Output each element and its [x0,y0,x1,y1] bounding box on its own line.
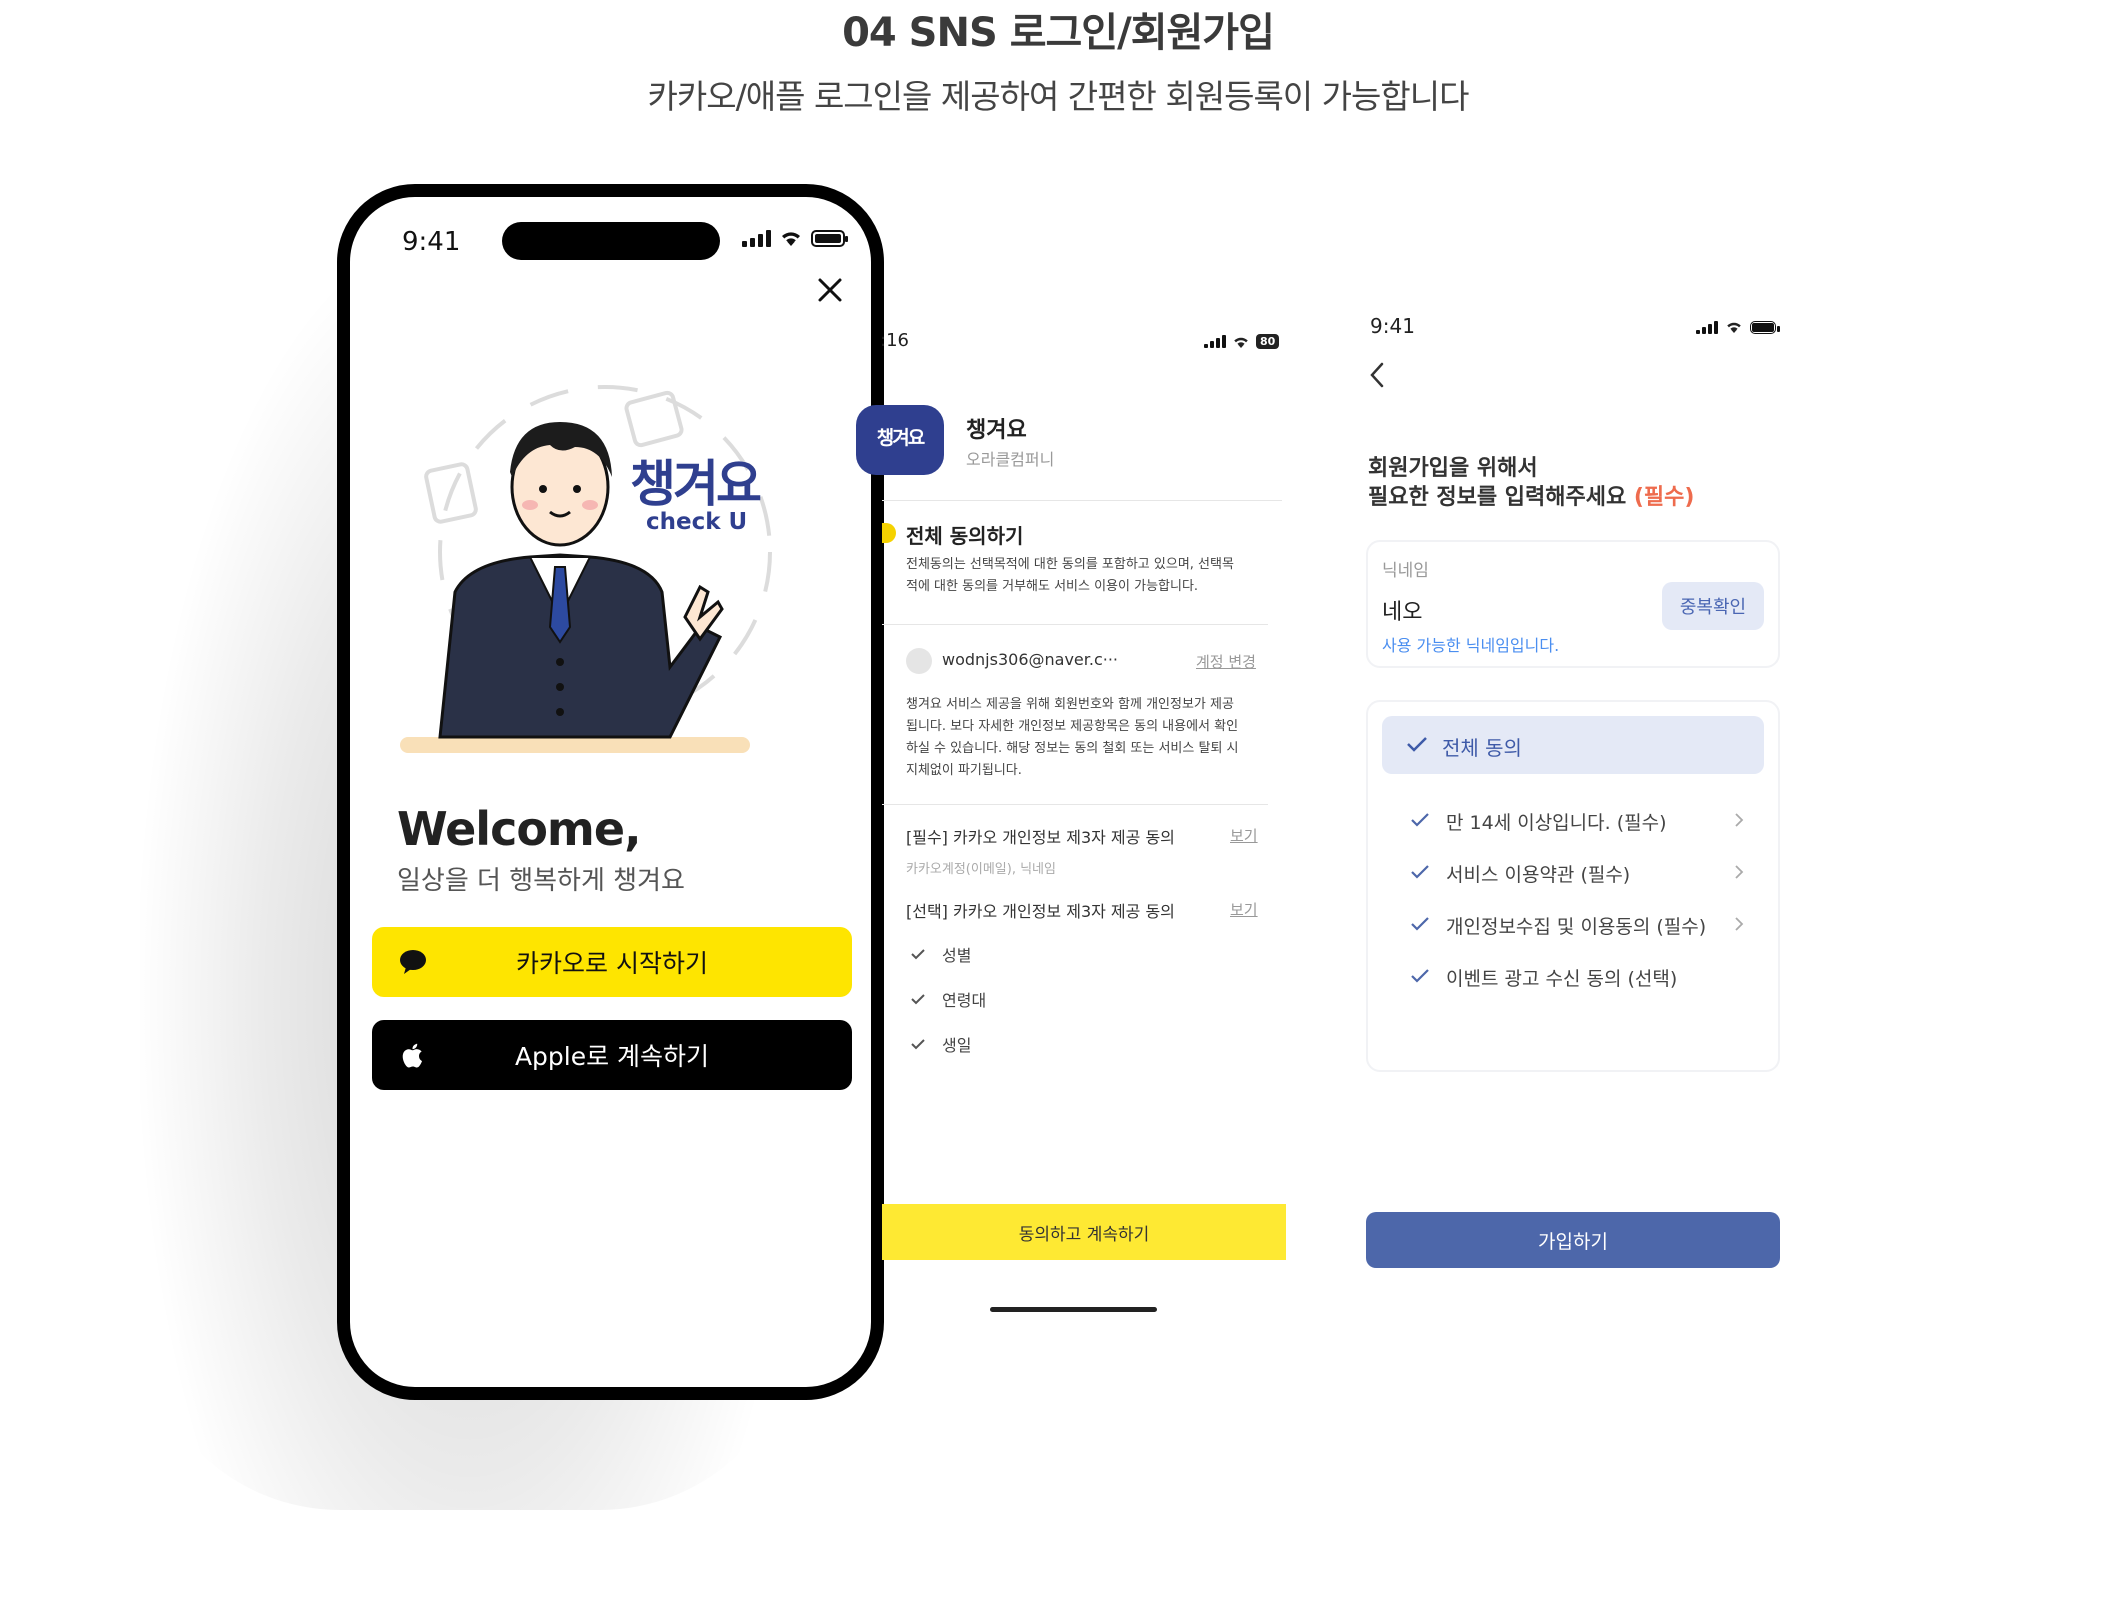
chevron-right-icon[interactable] [1734,864,1744,880]
back-arrow-icon[interactable] [1368,360,1386,390]
agreement-row-marketing[interactable]: 이벤트 광고 수신 동의 (선택) [1368,956,1778,996]
apple-login-button[interactable]: Apple로 계속하기 [372,1020,852,1090]
check-icon [1411,969,1429,983]
agreement-row-privacy[interactable]: 개인정보수집 및 이용동의 (필수) [1368,904,1778,944]
mascot-illustration [400,385,772,753]
agreements-card: 전체 동의 만 14세 이상입니다. (필수) 서비스 이용약관 (필수) 개인… [1366,700,1780,1072]
signal-icon [1204,335,1226,348]
dynamic-island [502,222,720,260]
app-icon: 챙겨요 [856,405,944,475]
signup-status-icons [1696,320,1780,334]
welcome-subtitle: 일상을 더 행복하게 챙겨요 [397,866,685,896]
chevron-right-icon[interactable] [1734,916,1744,932]
close-icon[interactable] [815,275,845,305]
wifi-icon [782,232,800,246]
kakao-login-label: 카카오로 시작하기 [516,949,708,978]
brand-logo-korean: 챙겨요 [630,455,762,513]
signup-heading: 회원가입을 위해서 필요한 정보를 입력해주세요 (필수) [1368,454,1694,512]
signup-heading-line1: 회원가입을 위해서 [1368,456,1538,481]
required-consent-view-link[interactable]: 보기 [1230,825,1258,846]
agree-all-row[interactable]: 전체 동의 [1382,716,1764,774]
agreement-label: 만 14세 이상입니다. (필수) [1446,812,1667,834]
welcome-title: Welcome, [397,802,642,856]
change-account-link[interactable]: 계정 변경 [1196,651,1256,672]
privacy-desc-line1: 챙겨요 서비스 제공을 위해 회원번호와 함께 개인정보가 제공 [906,697,1234,712]
avatar [906,648,932,674]
page-subtitle: 카카오/애플 로그인을 제공하여 간편한 회원등록이 가능합니다 [647,77,1470,116]
wifi-icon [1234,337,1248,348]
optional-consent-view-link[interactable]: 보기 [1230,899,1258,920]
chevron-right-icon[interactable] [1734,812,1744,828]
duplicate-check-button[interactable]: 중복확인 [1662,582,1764,630]
signal-icon [1696,320,1718,334]
divider [882,624,1268,625]
agreement-row-age[interactable]: 만 14세 이상입니다. (필수) [1368,800,1778,840]
divider [882,804,1268,805]
battery-icon [811,229,848,247]
check-icon [1407,737,1427,752]
required-consent-item[interactable]: [필수] 카카오 개인정보 제3자 제공 동의 [906,824,1175,848]
kakao-account-email: wodnjs306@naver.c··· [942,650,1118,669]
optional-consent-item[interactable]: [선택] 카카오 개인정보 제3자 제공 동의 [906,898,1175,922]
consent-check-birthday: 생일 [942,1036,972,1055]
consent-company: 오라클컴퍼니 [966,450,1055,469]
privacy-desc-line2: 됩니다. 보다 자세한 개인정보 제공항목은 동의 내용에서 확인 [906,719,1239,734]
check-icon [1411,813,1429,827]
agreement-label: 이벤트 광고 수신 동의 (선택) [1446,968,1678,990]
check-icon[interactable] [910,1037,926,1051]
phone-login-screen: 9:41 챙겨요 check U Welcome, 일상을 더 행복하게 챙겨요… [337,184,884,1400]
consent-check-gender: 성별 [942,946,972,965]
check-icon[interactable] [910,992,926,1006]
nickname-input[interactable]: 네오 [1382,594,1422,626]
nickname-hint: 사용 가능한 닉네임입니다. [1382,636,1560,655]
apple-icon [402,1043,422,1068]
privacy-desc-line3: 하실 수 있습니다. 해당 정보는 동의 철회 또는 서비스 탈퇴 시 [906,741,1239,756]
divider [882,500,1282,501]
signup-submit-button[interactable]: 가입하기 [1366,1212,1780,1268]
all-agree-check-icon[interactable] [882,523,896,543]
all-agree-desc-line2: 적에 대한 동의를 거부해도 서비스 이용이 가능합니다. [906,579,1199,594]
nickname-label: 닉네임 [1382,561,1429,581]
consent-status-time: :16 [880,330,909,351]
battery-icon [1750,320,1780,334]
required-consent-sub: 카카오계정(이메일), 닉네임 [906,862,1056,877]
check-icon [1411,917,1429,931]
privacy-desc-line4: 지체없이 파기됩니다. [906,763,1022,778]
signup-status-time: 9:41 [1370,314,1415,338]
agree-continue-button[interactable]: 동의하고 계속하기 [882,1204,1286,1260]
apple-login-label: Apple로 계속하기 [514,1042,710,1071]
check-icon [1411,865,1429,879]
status-bar-icons [742,229,848,247]
consent-app-name: 챙겨요 [966,418,1027,443]
consent-status-icons: 80 [1204,334,1280,349]
all-agree-label[interactable]: 전체 동의하기 [906,520,1023,549]
brand-logo-english: check U [646,509,748,535]
all-agree-desc-line1: 전체동의는 선택목적에 대한 동의를 포함하고 있으며, 선택목 [906,557,1234,572]
agree-all-label: 전체 동의 [1442,736,1522,760]
home-indicator [990,1307,1157,1312]
wifi-icon [1727,322,1741,333]
status-time: 9:41 [402,227,461,257]
agreement-label: 개인정보수집 및 이용동의 (필수) [1446,916,1707,938]
signup-heading-line2: 필요한 정보를 입력해주세요 [1368,485,1627,510]
agreement-label: 서비스 이용약관 (필수) [1446,864,1631,886]
check-icon[interactable] [910,947,926,961]
consent-check-age-range: 연령대 [942,991,987,1010]
battery-level: 80 [1256,334,1280,349]
kakao-talk-icon [400,950,426,974]
brand-logo: 챙겨요 check U [630,459,790,535]
agreement-row-terms[interactable]: 서비스 이용약관 (필수) [1368,852,1778,892]
nickname-card: 닉네임 네오 중복확인 사용 가능한 닉네임입니다. [1366,540,1780,668]
kakao-login-button[interactable]: 카카오로 시작하기 [372,927,852,997]
required-tag: (필수) [1633,485,1695,510]
page-title: 04 SNS 로그인/회원가입 [842,10,1275,56]
signal-icon [742,229,771,247]
